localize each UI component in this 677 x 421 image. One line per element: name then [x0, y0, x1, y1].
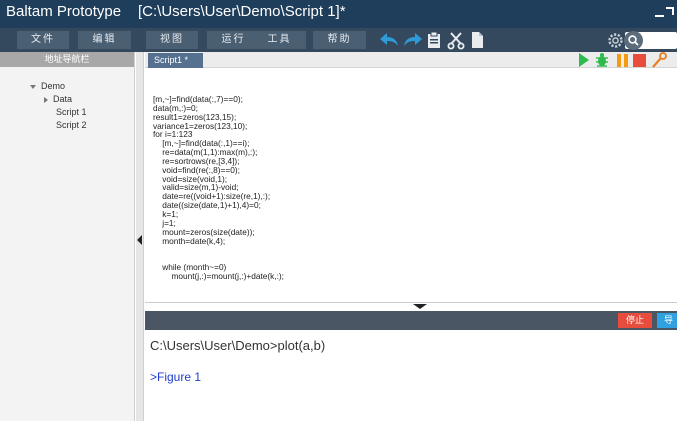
tab-script1[interactable]: Script1 *: [148, 53, 203, 68]
minimize-icon[interactable]: [655, 15, 664, 17]
gear-icon[interactable]: [606, 31, 625, 50]
wrench-icon[interactable]: [652, 52, 667, 68]
menu-view[interactable]: 视图: [146, 31, 198, 49]
collapse-down-icon[interactable]: [413, 304, 427, 309]
search-input[interactable]: [624, 31, 677, 50]
undo-icon[interactable]: [378, 30, 400, 50]
tree-item-demo[interactable]: Demo: [30, 80, 65, 92]
app-title: Baltam Prototype: [6, 3, 122, 20]
pause-icon[interactable]: [617, 54, 628, 67]
collapse-left-icon[interactable]: [137, 235, 142, 245]
tree-item-label: Data: [53, 94, 73, 104]
search-icon[interactable]: [624, 31, 643, 50]
tree-item-label: Script 2: [56, 120, 87, 130]
scissors-icon[interactable]: [446, 30, 466, 50]
tree-item-label: Script 1: [56, 107, 87, 117]
menu-edit[interactable]: 编辑: [78, 31, 131, 49]
sidebar-header: 地址导航栏: [0, 52, 134, 67]
code-line: month=date(k,4);: [153, 235, 226, 246]
figure-link[interactable]: >Figure 1: [150, 370, 201, 384]
menu-help[interactable]: 帮助: [313, 31, 366, 49]
editor-tab-bar: Script1 *: [145, 52, 677, 68]
command-console[interactable]: C:\Users\User\Demo>plot(a,b) >Figure 1: [145, 330, 677, 421]
code-editor[interactable]: [m,~]=find(data(:,7)==0); data(m,:)=0; res…: [145, 68, 677, 302]
code-content: [m,~]=find(data(:,7)==0); data(m,:)=0; res…: [153, 95, 284, 281]
clipboard-icon[interactable]: [426, 30, 442, 50]
chevron-down-icon[interactable]: [30, 84, 36, 89]
redo-icon[interactable]: [402, 30, 424, 50]
sidebar-splitter[interactable]: [136, 52, 144, 421]
code-line: mount(j,:)=mount(j,:)+date(k,:);: [153, 270, 284, 281]
debug-icon[interactable]: [596, 53, 608, 67]
window-controls: [653, 6, 675, 20]
tree-item-script-2[interactable]: Script 2: [56, 119, 87, 131]
address-navigation-panel: 地址导航栏 Demo Data Script 1 Script 2: [0, 52, 135, 421]
console-toolbar: 停止 导: [145, 311, 677, 330]
menu-tools[interactable]: 工具: [253, 31, 306, 49]
maximize-icon[interactable]: [666, 7, 674, 15]
guide-button[interactable]: 导: [657, 313, 677, 328]
tree-item-label: Demo: [41, 81, 66, 91]
run-icon[interactable]: [579, 53, 589, 67]
menu-bar: 文件 编辑 视图 运行 工具 帮助: [0, 28, 677, 52]
stop-icon[interactable]: [633, 54, 646, 67]
console-splitter[interactable]: [145, 302, 677, 311]
stop-button[interactable]: 停止: [618, 313, 652, 328]
title-bar: Baltam Prototype [C:\Users\User\Demo\Scr…: [0, 0, 677, 28]
tree-item-data[interactable]: Data: [44, 93, 72, 105]
tree-item-script-1[interactable]: Script 1: [56, 106, 87, 118]
window-file-path: [C:\Users\User\Demo\Script 1]*: [138, 3, 346, 20]
chevron-right-icon[interactable]: [44, 96, 48, 103]
console-command-line: C:\Users\User\Demo>plot(a,b): [150, 338, 326, 353]
copy-icon[interactable]: [469, 30, 485, 50]
menu-file[interactable]: 文件: [17, 31, 69, 49]
